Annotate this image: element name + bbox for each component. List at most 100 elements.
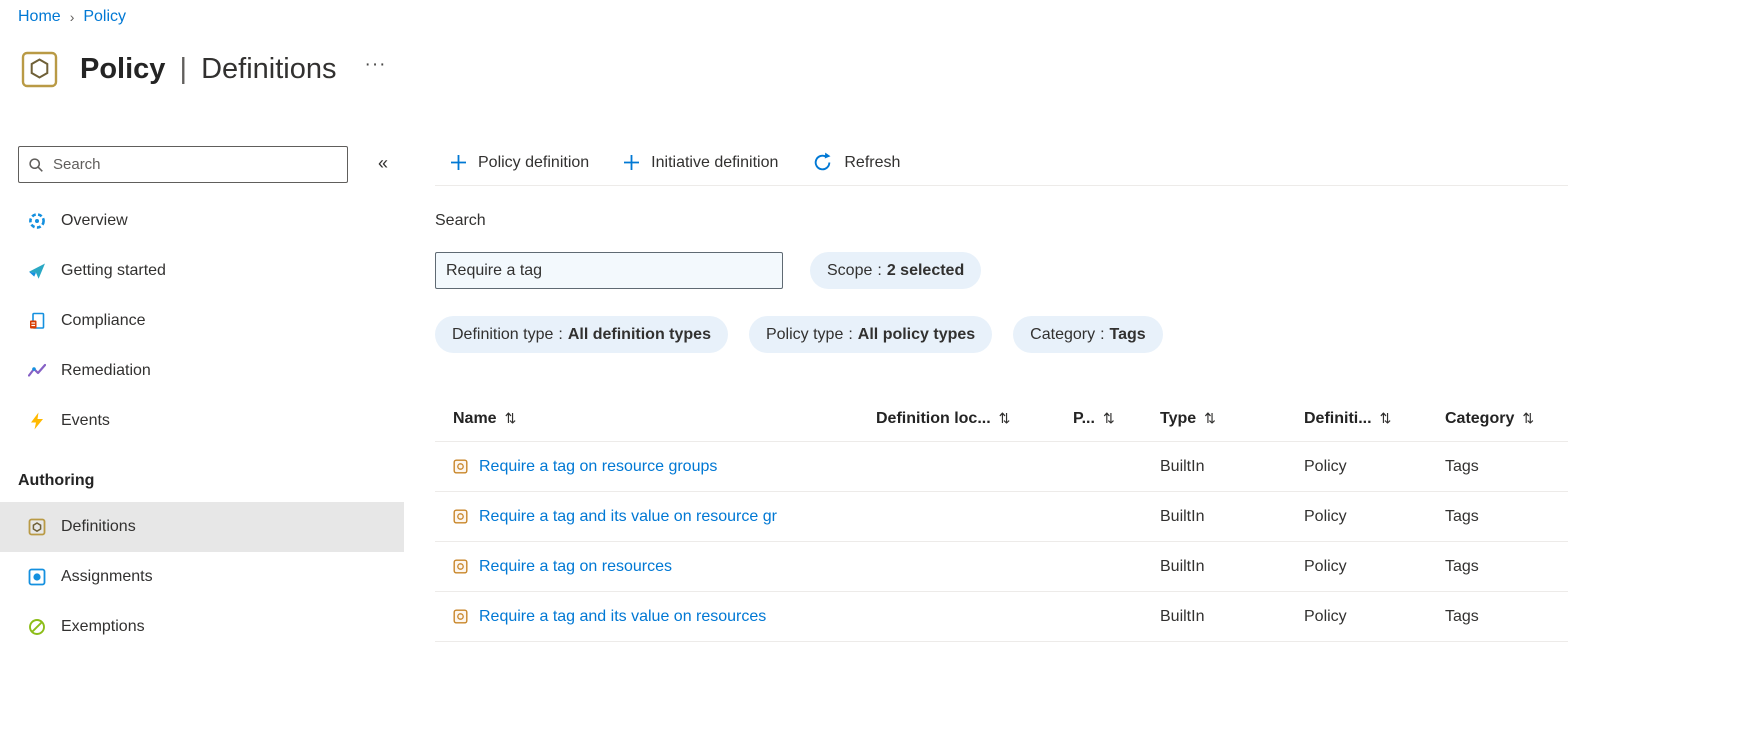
sort-icon: ⇅: [1379, 410, 1392, 426]
sidebar-search-box: [18, 146, 348, 183]
compliance-icon: [28, 312, 46, 330]
category-cell: Tags: [1445, 557, 1479, 575]
page-title-separator: |: [179, 52, 188, 85]
refresh-icon: [812, 152, 833, 173]
pill-name: Definition type: [452, 325, 554, 343]
category-cell: Tags: [1445, 607, 1479, 625]
breadcrumb-separator-icon: ›: [69, 9, 75, 25]
sort-icon: ⇅: [998, 410, 1011, 426]
definition-link[interactable]: Require a tag on resources: [479, 558, 672, 576]
definitions-table: Name ⇅ Definition loc... ⇅ P... ⇅ Type ⇅…: [435, 396, 1568, 642]
command-bar: Policy definition Initiative definition …: [435, 140, 1568, 186]
filter-row-2: Definition type : All definition types P…: [435, 316, 1163, 353]
column-header-policies[interactable]: P... ⇅: [1073, 410, 1160, 428]
breadcrumb-policy-link[interactable]: Policy: [83, 8, 126, 26]
policy-definition-icon: [453, 609, 468, 624]
table-header-row: Name ⇅ Definition loc... ⇅ P... ⇅ Type ⇅…: [435, 396, 1568, 442]
breadcrumb: Home › Policy: [18, 8, 126, 26]
sidebar-item-overview[interactable]: Overview: [0, 196, 404, 246]
sort-icon: ⇅: [1102, 410, 1115, 426]
remediation-icon: [27, 362, 47, 380]
scope-filter-pill[interactable]: Scope : 2 selected: [810, 252, 982, 289]
name-cell: Require a tag and its value on resources: [435, 608, 876, 626]
events-icon: [28, 412, 46, 430]
sidebar-item-remediation[interactable]: Remediation: [0, 346, 404, 396]
pill-value: All policy types: [857, 325, 976, 343]
page-title-secondary: Definitions: [201, 52, 337, 85]
definition-search-input[interactable]: [435, 252, 783, 289]
category-cell: Tags: [1445, 507, 1479, 525]
pill-colon: :: [1100, 325, 1105, 343]
breadcrumb-home-link[interactable]: Home: [18, 8, 61, 26]
assignments-icon: [28, 568, 46, 586]
type-cell: BuiltIn: [1160, 607, 1205, 625]
policy-type-filter-pill[interactable]: Policy type : All policy types: [748, 316, 993, 353]
sidebar-item-assignments[interactable]: Assignments: [0, 552, 404, 602]
pill-colon: :: [558, 325, 563, 343]
definitions-icon: [28, 518, 46, 536]
category-cell: Tags: [1445, 457, 1479, 475]
initiative-definition-label: Initiative definition: [651, 153, 779, 171]
sidebar-item-compliance[interactable]: Compliance: [0, 296, 404, 346]
column-label: Definiti...: [1304, 409, 1372, 427]
policy-definition-icon: [453, 559, 468, 574]
definition-type-filter-pill[interactable]: Definition type : All definition types: [435, 316, 728, 353]
getting-started-icon: [28, 262, 46, 280]
definition-link[interactable]: Require a tag and its value on resources: [479, 608, 766, 626]
pill-value: Tags: [1109, 325, 1146, 343]
type-cell: BuiltIn: [1160, 457, 1205, 475]
type-cell: BuiltIn: [1160, 507, 1205, 525]
sidebar-item-events[interactable]: Events: [0, 396, 404, 446]
search-icon: [28, 157, 44, 173]
type-cell: BuiltIn: [1160, 557, 1205, 575]
page-title-primary: Policy: [80, 52, 166, 85]
sidebar-collapse-button[interactable]: «: [378, 153, 388, 174]
sidebar-section-authoring: Authoring: [18, 472, 95, 489]
sidebar-item-label: Assignments: [61, 568, 153, 585]
column-header-type[interactable]: Type ⇅: [1160, 410, 1304, 428]
sidebar-item-label: Events: [61, 412, 110, 429]
sidebar-item-label: Overview: [61, 212, 128, 229]
sidebar-item-label: Exemptions: [61, 618, 145, 635]
definition-type-cell: Policy: [1304, 557, 1347, 575]
refresh-label: Refresh: [844, 153, 901, 171]
sidebar-item-label: Getting started: [61, 262, 166, 279]
sidebar-item-label: Remediation: [61, 362, 151, 379]
definition-link[interactable]: Require a tag on resource groups: [479, 458, 717, 476]
initiative-definition-button[interactable]: Initiative definition: [623, 154, 778, 172]
filter-search-label: Search: [435, 212, 486, 229]
sidebar-item-definitions[interactable]: Definitions: [0, 502, 404, 552]
sidebar-search-input[interactable]: [51, 155, 338, 174]
column-header-definition-location[interactable]: Definition loc... ⇅: [876, 410, 1073, 428]
more-options-button[interactable]: ···: [365, 54, 387, 76]
policy-definition-button[interactable]: Policy definition: [450, 154, 589, 172]
sidebar-nav: Overview Getting started Compliance Reme…: [0, 196, 404, 652]
name-cell: Require a tag on resources: [435, 558, 876, 576]
table-row: Require a tag on resources BuiltIn Polic…: [435, 542, 1568, 592]
pill-name: Policy type: [765, 325, 844, 343]
page-title: Policy | Definitions: [80, 53, 337, 86]
category-filter-pill[interactable]: Category : Tags: [1013, 316, 1163, 353]
plus-icon: [623, 154, 640, 171]
column-label: Name: [453, 409, 497, 427]
pill-colon: :: [877, 261, 882, 279]
exemptions-icon: [28, 618, 46, 636]
sidebar-item-exemptions[interactable]: Exemptions: [0, 602, 404, 652]
sort-icon: ⇅: [504, 410, 517, 426]
definition-type-cell: Policy: [1304, 507, 1347, 525]
column-label: P...: [1073, 409, 1095, 427]
definition-type-cell: Policy: [1304, 607, 1347, 625]
refresh-button[interactable]: Refresh: [812, 152, 900, 173]
name-cell: Require a tag and its value on resource …: [435, 508, 876, 526]
sidebar-item-getting-started[interactable]: Getting started: [0, 246, 404, 296]
sidebar: « Overview Getting started: [0, 140, 404, 743]
definition-link[interactable]: Require a tag and its value on resource …: [479, 508, 777, 526]
sort-icon: ⇅: [1204, 410, 1216, 426]
main-content: Policy definition Initiative definition …: [435, 140, 1568, 743]
column-header-name[interactable]: Name ⇅: [435, 410, 876, 428]
column-header-definition-type[interactable]: Definiti... ⇅: [1304, 410, 1445, 428]
pill-value: 2 selected: [886, 261, 965, 279]
sort-icon: ⇅: [1522, 410, 1535, 426]
column-header-category[interactable]: Category ⇅: [1445, 410, 1568, 428]
pill-name: Category: [1030, 325, 1096, 343]
